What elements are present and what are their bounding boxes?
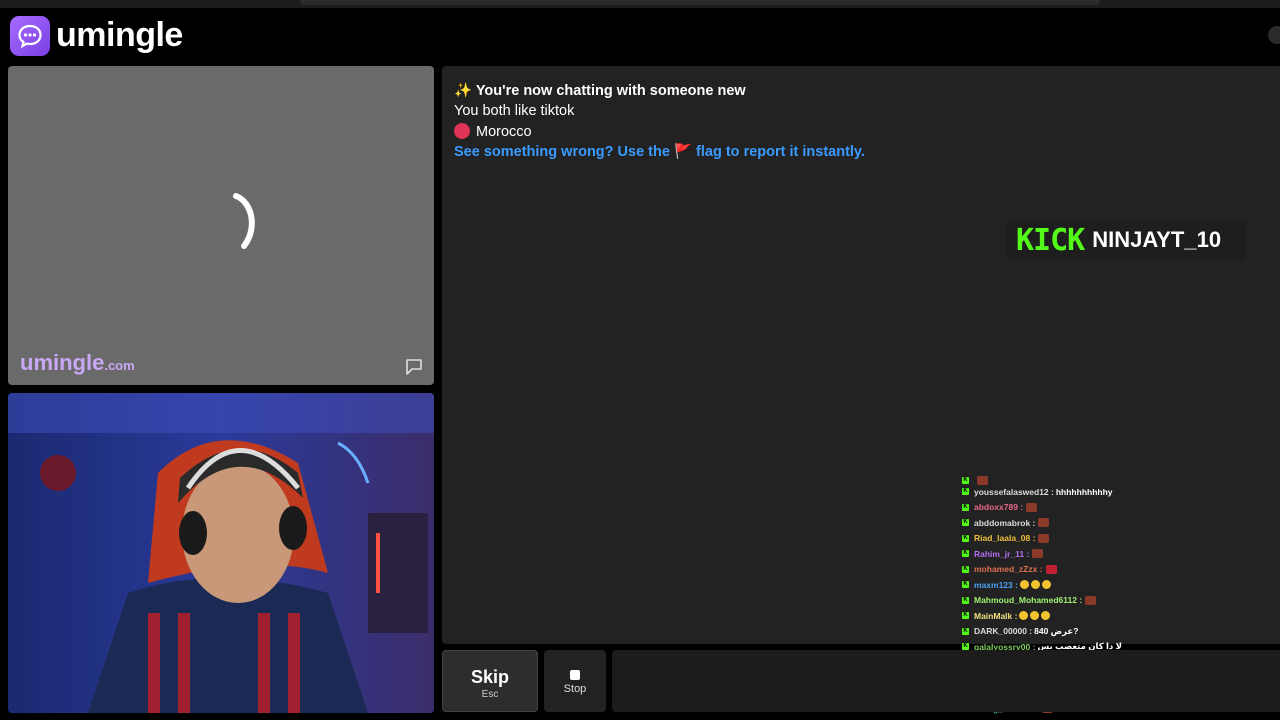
kick-chat-username: DARK_00000 : — [974, 626, 1033, 637]
kick-badge-icon: K — [962, 503, 969, 511]
site-header: umingle — [0, 8, 1280, 64]
webcam-feed-image — [8, 393, 434, 713]
kick-chat-username: Mahmoud_Mohamed6112 : — [974, 595, 1083, 606]
chat-emote-icon — [1045, 564, 1057, 574]
kick-stream-badge: KICK NINJAYT_10 — [1006, 220, 1246, 260]
kick-channel-name: NINJAYT_10 — [1092, 227, 1222, 252]
laughing-emoji-icon — [1019, 611, 1029, 621]
watermark-domain: .com — [104, 358, 135, 373]
chat-emote-icon — [1032, 549, 1044, 559]
kick-badge-icon: K — [962, 612, 969, 620]
kick-chat-row: Kmaxm123 : — [962, 577, 1280, 593]
loading-spinner-icon — [233, 193, 255, 249]
skip-shortcut-label: Esc — [481, 689, 499, 700]
kick-chat-row: K DARK_00000 : عرض 840? — [962, 624, 1280, 640]
kick-badge-icon: K — [962, 476, 969, 484]
chat-report-warning: See something wrong? Use the 🚩 flag to r… — [454, 143, 865, 160]
chat-bubble-logo-icon[interactable] — [10, 16, 50, 56]
kick-badge-icon: K — [962, 581, 969, 589]
chat-emote-icon — [1026, 502, 1038, 512]
kick-badge-icon: K — [962, 488, 969, 496]
stop-square-icon — [570, 670, 580, 680]
laughing-emoji-icon — [1030, 611, 1040, 621]
umingle-watermark: umingle.com — [20, 350, 135, 376]
chat-emote-icon — [1038, 533, 1050, 543]
kick-chat-username: abddomabrok : — [974, 517, 1036, 528]
kick-chat-row: K Mahmoud_Mohamed6112 : — [962, 593, 1280, 609]
kick-chat-username: Rahim_jr_11 : — [974, 548, 1030, 559]
kick-chat-username: youssefalaswed12 : — [974, 486, 1054, 497]
skip-button-label: Skip — [470, 667, 509, 687]
kick-chat-message: عرض 840? — [1034, 625, 1079, 636]
kick-badge-icon: K — [962, 550, 969, 558]
skip-button[interactable]: Skip Esc — [442, 650, 538, 712]
warning-text-post: flag to report it instantly. — [696, 144, 865, 160]
kick-logo: KICK — [1016, 222, 1085, 258]
kick-badge-icon: K — [962, 596, 969, 604]
laughing-emoji-icon — [1030, 580, 1040, 590]
kick-chat-username: Riad_laala_08 : — [974, 533, 1036, 544]
kick-chat-row: Kabddomabrok : — [962, 515, 1280, 531]
chat-emote-icon — [1038, 518, 1050, 528]
kick-chat-row: K Riad_laala_08 : — [962, 531, 1280, 547]
kick-chat-row: Kabdoxx789 : — [962, 500, 1280, 516]
stop-button[interactable]: Stop — [544, 650, 606, 712]
chat-emote-icon — [977, 476, 988, 485]
kick-badge-icon: K — [962, 519, 969, 527]
site-logo-text[interactable]: umingle — [56, 16, 183, 55]
chat-emote-icon — [1085, 595, 1097, 605]
kick-badge-icon: K — [962, 534, 969, 542]
kick-chat-username: maxm123 : — [974, 579, 1018, 590]
warning-text-pre: See something wrong? Use the — [454, 144, 670, 160]
chat-common-interest: You both like tiktok — [454, 103, 575, 119]
kick-chat-message: hhhhhhhhhhy — [1055, 486, 1113, 497]
stop-button-label: Stop — [563, 683, 587, 695]
header-avatar-icon[interactable] — [1268, 26, 1280, 44]
country-dot-icon — [454, 123, 470, 139]
kick-chat-row: Kyoussefalaswed12 : hhhhhhhhhhy — [962, 484, 1280, 500]
laughing-emoji-icon — [1019, 580, 1029, 590]
kick-chat-row: Kmohamed_zZzx : — [962, 562, 1280, 578]
remote-video-panel: umingle.com — [8, 66, 434, 385]
laughing-emoji-icon — [1041, 611, 1051, 621]
report-flag-icon[interactable] — [404, 358, 424, 376]
chat-system-new-partner: ✨ You're now chatting with someone new — [454, 83, 746, 99]
kick-chat-username: abdoxx789 : — [974, 502, 1024, 513]
kick-chat-username: MainMalk : — [974, 610, 1018, 621]
chat-country-label: Morocco — [476, 124, 532, 140]
kick-chat-row: K MainMalk : — [962, 608, 1280, 624]
message-input[interactable] — [612, 650, 1280, 712]
local-webcam-video — [8, 393, 434, 713]
kick-chat-username: mohamed_zZzx : — [974, 564, 1043, 575]
kick-badge-icon: K — [962, 627, 969, 635]
chat-country: Morocco — [454, 123, 532, 140]
kick-chat-row: K — [962, 476, 1280, 485]
kick-chat-row: K Rahim_jr_11 : — [962, 546, 1280, 562]
red-flag-icon: 🚩 — [673, 144, 693, 160]
laughing-emoji-icon — [1041, 580, 1051, 590]
watermark-brand: umingle — [20, 350, 105, 375]
browser-tab-bar — [300, 0, 1100, 5]
kick-badge-icon: K — [962, 565, 969, 573]
